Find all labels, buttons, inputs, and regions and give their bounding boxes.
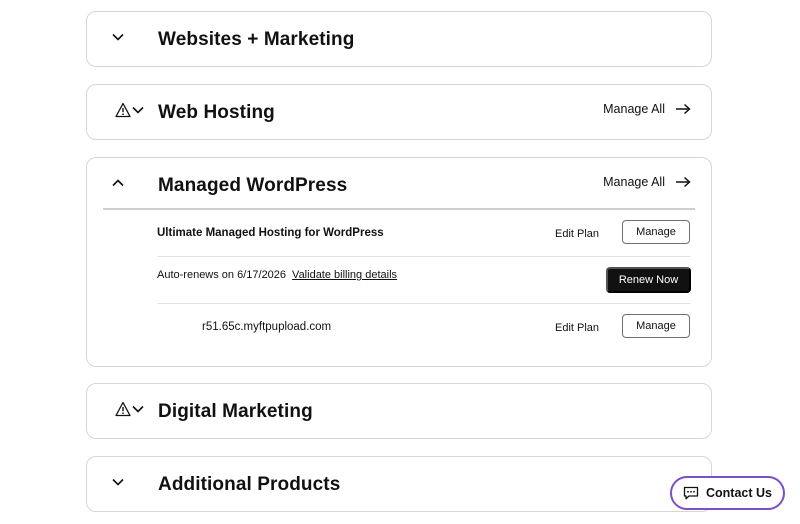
validate-billing-link[interactable]: Validate billing details [292,269,397,281]
site-manage-button[interactable]: Manage [622,314,690,338]
chat-icon [683,486,699,500]
section-header[interactable]: Additional Products [87,457,711,512]
manage-all-label: Manage All [603,175,665,189]
section-managed-wordpress: Managed WordPress Manage All Ultimate Ma… [86,157,712,367]
section-title: Web Hosting [158,102,275,123]
section-header[interactable]: Managed WordPress Manage All [87,158,711,213]
warning-icon [115,102,131,118]
section-header[interactable]: Web Hosting Manage All [87,85,711,140]
manage-all-link[interactable]: Manage All [603,102,691,116]
manage-all-link[interactable]: Manage All [603,175,691,189]
section-title: Managed WordPress [158,175,348,196]
renew-now-button[interactable]: Renew Now [606,267,691,293]
auto-renew-text: Auto-renews on 6/17/2026 [157,269,287,281]
section-header[interactable]: Websites + Marketing [87,12,711,67]
auto-renew-row: Auto-renews on 6/17/2026 Validate billing… [157,269,397,281]
section-header[interactable]: Digital Marketing [87,384,711,439]
section-web-hosting: Web Hosting Manage All [86,84,712,140]
edit-plan-link[interactable]: Edit Plan [555,228,599,240]
site-domain: r51.65c.myftpupload.com [202,321,332,333]
plan-name: Ultimate Managed Hosting for WordPress [157,227,384,239]
section-title: Additional Products [158,474,341,495]
row-divider [157,256,691,257]
contact-us-label: Contact Us [706,486,772,500]
manage-button[interactable]: Manage [622,220,690,244]
site-edit-plan-link[interactable]: Edit Plan [555,322,599,334]
arrow-right-icon [676,176,691,188]
chevron-down-icon[interactable] [111,475,125,489]
chevron-down-icon[interactable] [111,30,125,44]
section-digital-marketing: Digital Marketing [86,383,712,439]
arrow-right-icon [676,103,691,115]
manage-all-label: Manage All [603,102,665,116]
section-additional-products: Additional Products [86,456,712,512]
chevron-down-icon[interactable] [131,103,145,117]
section-title: Websites + Marketing [158,29,355,50]
warning-icon [115,401,131,417]
chevron-up-icon[interactable] [111,176,125,190]
section-websites-marketing: Websites + Marketing [86,11,712,67]
row-divider [157,303,691,304]
contact-us-button[interactable]: Contact Us [670,476,785,510]
section-title: Digital Marketing [158,401,313,422]
section-divider [103,208,695,210]
chevron-down-icon[interactable] [131,402,145,416]
